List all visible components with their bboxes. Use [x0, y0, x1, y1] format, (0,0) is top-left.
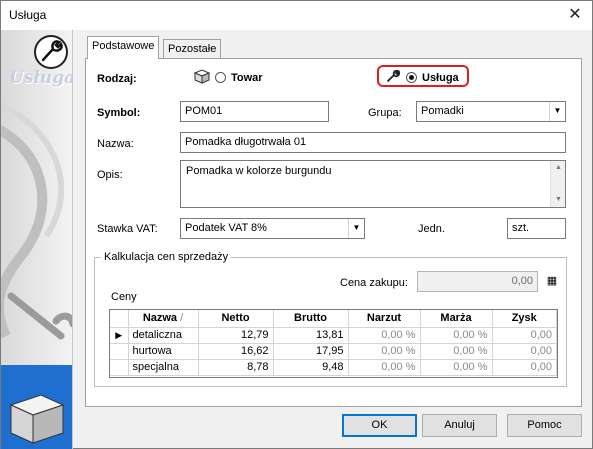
- ceny-label: Ceny: [111, 291, 137, 303]
- cell-zysk[interactable]: 0,00: [492, 343, 557, 360]
- cena-zakupu-label: Cena zakupu:: [340, 277, 408, 289]
- opis-value: Pomadka w kolorze burgundu: [186, 165, 332, 177]
- scroll-up-icon[interactable]: ▲: [551, 161, 566, 175]
- nazwa-label: Nazwa:: [97, 138, 134, 150]
- cell-marza[interactable]: 0,00 %: [420, 327, 493, 344]
- cell-marza[interactable]: 0,00 %: [420, 343, 493, 360]
- wrench-small-icon: [387, 69, 401, 82]
- cell-narzut[interactable]: 0,00 %: [348, 359, 421, 376]
- sidebar-banner: Usługa: [1, 30, 73, 449]
- col-marza[interactable]: Marża: [420, 310, 493, 328]
- window-title: Usługa: [9, 8, 47, 22]
- separator: [97, 96, 567, 97]
- chevron-down-icon[interactable]: ▼: [348, 219, 364, 238]
- grid-indicator-header: [110, 310, 129, 328]
- symbol-input[interactable]: POM01: [180, 101, 329, 122]
- scroll-down-icon[interactable]: ▼: [551, 193, 566, 207]
- opis-scrollbar[interactable]: ▲ ▼: [550, 161, 565, 207]
- option-towar-label: Towar: [231, 72, 263, 84]
- cell-nazwa[interactable]: detaliczna: [128, 327, 199, 344]
- col-netto[interactable]: Netto: [198, 310, 274, 328]
- grupa-label: Grupa:: [368, 107, 402, 119]
- vat-value: Podatek VAT 8%: [185, 222, 267, 234]
- service-wrench-icon: [34, 35, 68, 69]
- symbol-label: Symbol:: [97, 107, 141, 119]
- cell-netto[interactable]: 16,62: [198, 343, 274, 360]
- ok-button[interactable]: OK: [342, 414, 417, 437]
- row-indicator: [110, 343, 129, 360]
- product-box-icon: [1, 365, 72, 449]
- vat-select[interactable]: Podatek VAT 8% ▼: [180, 218, 365, 239]
- cell-zysk[interactable]: 0,00: [492, 359, 557, 376]
- radio-usluga[interactable]: [406, 72, 417, 83]
- cell-netto[interactable]: 8,78: [198, 359, 274, 376]
- cell-narzut[interactable]: 0,00 %: [348, 343, 421, 360]
- tab-podstawowe[interactable]: Podstawowe: [87, 36, 160, 59]
- row-indicator: [110, 359, 129, 376]
- cell-zysk[interactable]: 0,00: [492, 327, 557, 344]
- cena-zakupu-input[interactable]: 0,00: [417, 271, 538, 292]
- cell-narzut[interactable]: 0,00 %: [348, 327, 421, 344]
- cell-brutto[interactable]: 17,95: [273, 343, 349, 360]
- col-brutto[interactable]: Brutto: [273, 310, 349, 328]
- prices-grid[interactable]: Nazwa / Netto Brutto Narzut Marża Zysk ▶…: [109, 309, 558, 378]
- cell-netto[interactable]: 12,79: [198, 327, 274, 344]
- cell-brutto[interactable]: 13,81: [273, 327, 349, 344]
- opis-textarea[interactable]: Pomadka w kolorze burgundu ▲ ▼: [180, 160, 566, 208]
- radio-towar[interactable]: [215, 72, 226, 83]
- grid-header: Nazwa / Netto Brutto Narzut Marża Zysk: [110, 310, 557, 328]
- table-row[interactable]: ▶ detaliczna 12,79 13,81 0,00 % 0,00 % 0…: [110, 327, 557, 344]
- jedn-input[interactable]: szt.: [507, 218, 566, 239]
- dialog-window: Usługa ✕ Usługa Podstawowe Pozostałe Rod…: [0, 0, 593, 449]
- sort-icon: /: [180, 312, 184, 325]
- rodzaj-label: Rodzaj:: [97, 73, 137, 85]
- cancel-button[interactable]: Anuluj: [422, 414, 497, 437]
- tab-pozostale[interactable]: Pozostałe: [163, 39, 222, 60]
- grupa-select[interactable]: Pomadki ▼: [416, 101, 566, 122]
- col-zysk[interactable]: Zysk: [492, 310, 557, 328]
- product-box-small-icon: [193, 69, 211, 84]
- help-button[interactable]: Pomoc: [507, 414, 582, 437]
- cell-marza[interactable]: 0,00 %: [420, 359, 493, 376]
- wrench-watermark-icon: [1, 103, 72, 340]
- chevron-down-icon[interactable]: ▼: [549, 102, 565, 121]
- vat-label: Stawka VAT:: [97, 223, 158, 235]
- cell-nazwa[interactable]: hurtowa: [128, 343, 199, 360]
- calculator-icon[interactable]: ▦: [538, 271, 566, 292]
- price-calculation-title: Kalkulacja cen sprzedaży: [101, 251, 232, 263]
- opis-label: Opis:: [97, 169, 123, 181]
- close-button[interactable]: ✕: [558, 1, 592, 30]
- cell-brutto[interactable]: 9,48: [273, 359, 349, 376]
- current-row-icon: ▶: [110, 327, 129, 344]
- nazwa-input[interactable]: Pomadka długotrwała 01: [180, 132, 566, 153]
- sidebar-label: Usługa: [9, 68, 73, 88]
- cell-nazwa[interactable]: specjalna: [128, 359, 199, 376]
- col-nazwa[interactable]: Nazwa /: [128, 310, 199, 328]
- title-bar: Usługa ✕: [1, 1, 592, 30]
- col-narzut[interactable]: Narzut: [348, 310, 421, 328]
- grupa-value: Pomadki: [421, 105, 464, 117]
- table-row[interactable]: hurtowa 16,62 17,95 0,00 % 0,00 % 0,00: [110, 343, 557, 360]
- table-row[interactable]: specjalna 8,78 9,48 0,00 % 0,00 % 0,00: [110, 359, 557, 376]
- jedn-label: Jedn.: [418, 223, 445, 235]
- option-usluga-label: Usługa: [422, 72, 459, 84]
